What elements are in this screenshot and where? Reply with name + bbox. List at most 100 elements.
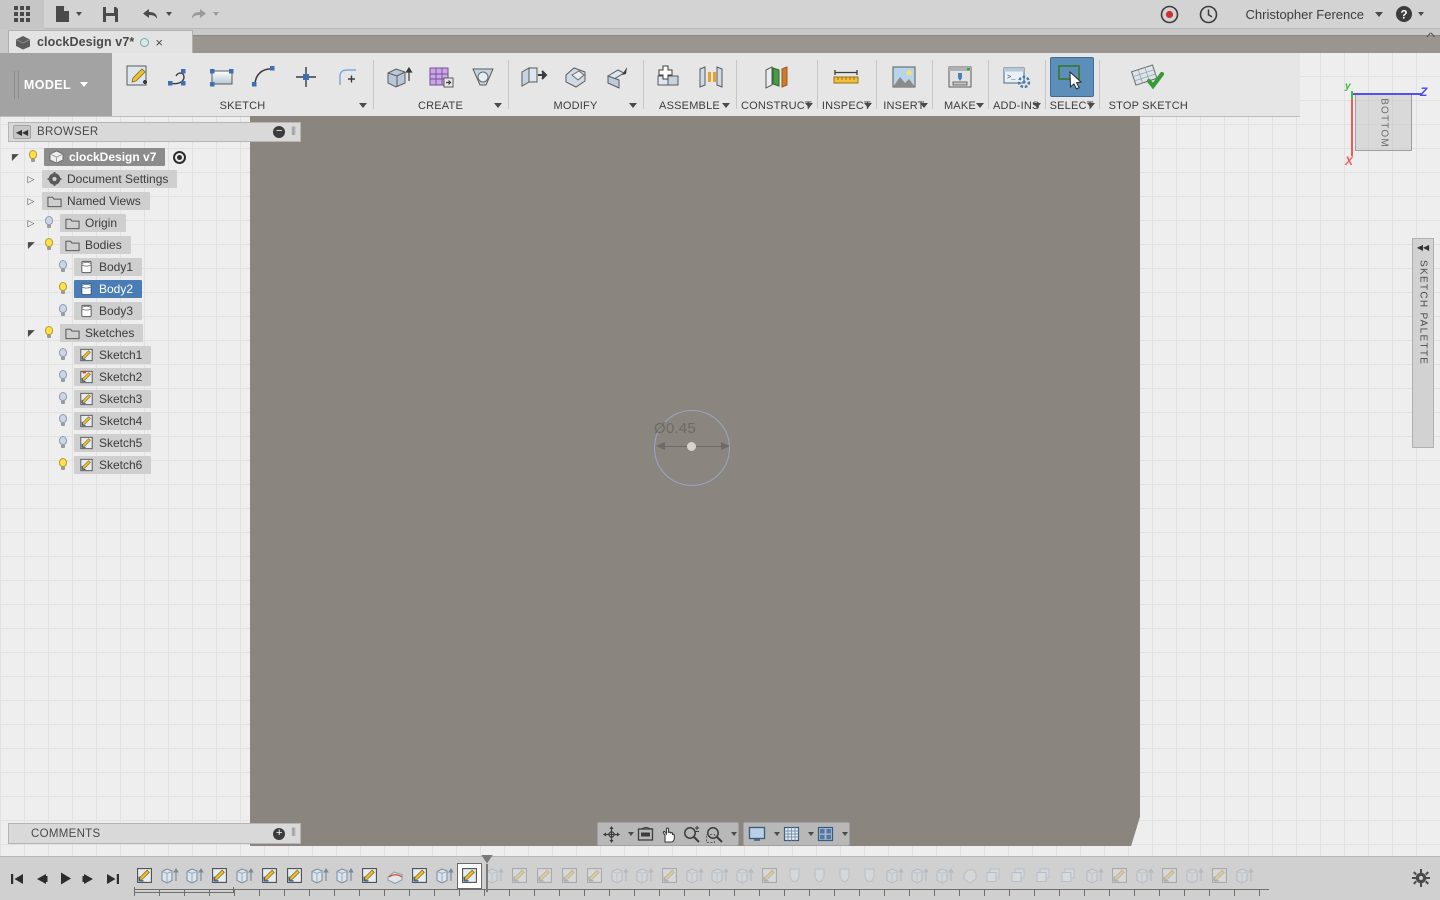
timeline-feature-extrude[interactable] [707, 863, 732, 889]
tree-node-body3[interactable]: Body3 [8, 300, 301, 322]
visibility-bulb-icon[interactable] [42, 237, 56, 253]
skip-to-end-button[interactable] [104, 869, 122, 889]
timeline-feature-extrude[interactable] [882, 863, 907, 889]
insert-image-button[interactable] [881, 57, 927, 97]
timeline-feature-extrude[interactable] [1232, 863, 1257, 889]
palette-collapse-icon[interactable]: ◀◀ [1417, 243, 1429, 252]
timeline-feature-extrude[interactable] [907, 863, 932, 889]
visibility-bulb-icon[interactable] [56, 347, 70, 363]
stop-sketch-button[interactable] [1122, 57, 1174, 97]
orbit-button[interactable] [600, 824, 622, 845]
sketch-fillet-button[interactable] [327, 57, 368, 97]
display-dropdown-icon[interactable] [769, 824, 780, 845]
timeline-feature-sketch[interactable] [1107, 863, 1132, 889]
timeline-feature-sketch[interactable] [207, 863, 232, 889]
press-pull-button[interactable] [513, 57, 554, 97]
grid-dropdown-icon[interactable] [803, 824, 814, 845]
tree-node-document-settings[interactable]: Document Settings [8, 168, 301, 190]
revolve-button[interactable] [420, 57, 461, 97]
timeline-feature-revolve[interactable] [782, 863, 807, 889]
tree-node-bodies[interactable]: Bodies [8, 234, 301, 256]
stop-sketch-label[interactable]: STOP SKETCH [1109, 100, 1188, 116]
tree-node-named-views[interactable]: Named Views [8, 190, 301, 212]
node-label-wrap[interactable]: Sketch5 [74, 434, 152, 452]
sketch-palette-collapsed[interactable]: ◀◀ SKETCH PALETTE [1412, 238, 1434, 448]
panel-make-label[interactable]: MAKE [944, 100, 976, 116]
timeline-track[interactable] [132, 854, 1440, 900]
visibility-bulb-icon[interactable] [56, 281, 70, 297]
timeline-feature-pattern[interactable] [1007, 863, 1032, 889]
tree-node-body1[interactable]: Body1 [8, 256, 301, 278]
sketch-point-button[interactable] [285, 57, 326, 97]
timeline-feature-extrude[interactable] [432, 863, 457, 889]
node-label-wrap[interactable]: Sketch1 [74, 346, 152, 364]
timeline-feature-sketch[interactable] [1157, 863, 1182, 889]
sketch-rectangle-button[interactable] [201, 57, 242, 97]
close-tab-icon[interactable]: × [155, 36, 163, 49]
timeline-feature-extrude[interactable] [1132, 863, 1157, 889]
visibility-bulb-icon[interactable] [42, 215, 56, 231]
node-label-wrap[interactable]: Origin [60, 214, 127, 232]
timeline-feature-extrude[interactable] [307, 863, 332, 889]
timeline-feature-revolve[interactable] [832, 863, 857, 889]
apps-grid-button[interactable] [0, 0, 44, 29]
timeline-feature-sketch[interactable] [1207, 863, 1232, 889]
save-button[interactable] [92, 0, 129, 29]
visibility-bulb-icon[interactable] [56, 413, 70, 429]
view-cube-face[interactable]: BOTTOM [1355, 94, 1412, 151]
3d-print-button[interactable] [937, 57, 983, 97]
timeline-feature-sketch[interactable] [582, 863, 607, 889]
tree-node-sketch4[interactable]: Sketch4 [8, 410, 301, 432]
new-component-button[interactable] [648, 57, 689, 97]
shell-button[interactable] [597, 57, 638, 97]
viewport-canvas[interactable]: Ø0.45 [250, 116, 1140, 846]
record-button[interactable] [1150, 0, 1189, 29]
node-label-wrap[interactable]: Body2 [74, 280, 143, 298]
timeline-feature-sketch[interactable] [257, 863, 282, 889]
timeline-feature-sketch[interactable] [132, 863, 157, 889]
visibility-bulb-icon[interactable] [56, 391, 70, 407]
timeline-feature-extrude[interactable] [157, 863, 182, 889]
timeline-feature-sketch[interactable] [357, 863, 382, 889]
visibility-bulb-icon[interactable] [56, 457, 70, 473]
node-label-wrap[interactable]: Sketch6 [74, 456, 152, 474]
help-menu[interactable]: ? [1389, 0, 1440, 29]
collapse-ribbon-icon[interactable]: ^ [1427, 30, 1436, 44]
root-node-label-wrap[interactable]: clockDesign v7 [44, 148, 166, 166]
expand-arrow-icon[interactable] [24, 328, 38, 339]
fillet-button[interactable] [555, 57, 596, 97]
diameter-dimension-label[interactable]: Ø0.45 [654, 420, 696, 437]
tree-node-origin[interactable]: Origin [8, 212, 301, 234]
timeline-settings-button[interactable] [1412, 869, 1430, 892]
timeline-feature-sketch[interactable] [282, 863, 307, 889]
undo-button[interactable] [129, 0, 180, 29]
timeline-feature-revolve[interactable] [857, 863, 882, 889]
timeline-feature-extrude[interactable] [632, 863, 657, 889]
fit-dropdown-icon[interactable] [726, 824, 737, 845]
tree-node-sketch3[interactable]: Sketch3 [8, 388, 301, 410]
node-label-wrap[interactable]: Named Views [42, 192, 150, 210]
add-comment-icon[interactable]: + [273, 827, 286, 840]
expand-arrow-icon[interactable] [8, 152, 22, 163]
visibility-bulb-icon[interactable] [26, 149, 40, 165]
timeline-feature-extrude[interactable] [232, 863, 257, 889]
panel-modify-label[interactable]: MODIFY [554, 100, 598, 116]
timeline-feature-revolve[interactable] [807, 863, 832, 889]
panel-assemble-label[interactable]: ASSEMBLE [659, 100, 720, 116]
look-at-button[interactable] [634, 824, 656, 845]
timeline-feature-extrude[interactable] [732, 863, 757, 889]
tree-node-sketches[interactable]: Sketches [8, 322, 301, 344]
grid-snap-button[interactable] [780, 824, 802, 845]
pan-button[interactable] [657, 824, 679, 845]
workspace-switcher[interactable]: MODEL [0, 53, 112, 116]
extrude-button[interactable] [378, 57, 419, 97]
tree-node-sketch5[interactable]: Sketch5 [8, 432, 301, 454]
visibility-bulb-icon[interactable] [56, 369, 70, 385]
timeline-feature-extrude[interactable] [332, 863, 357, 889]
expand-arrow-icon[interactable] [24, 174, 38, 185]
timeline-feature-sketch[interactable] [657, 863, 682, 889]
redo-button[interactable] [180, 0, 227, 29]
panel-construct-label[interactable]: CONSTRUCT [741, 100, 812, 116]
tree-node-root[interactable]: clockDesign v7 [8, 146, 301, 168]
construct-plane-button[interactable] [753, 57, 799, 97]
